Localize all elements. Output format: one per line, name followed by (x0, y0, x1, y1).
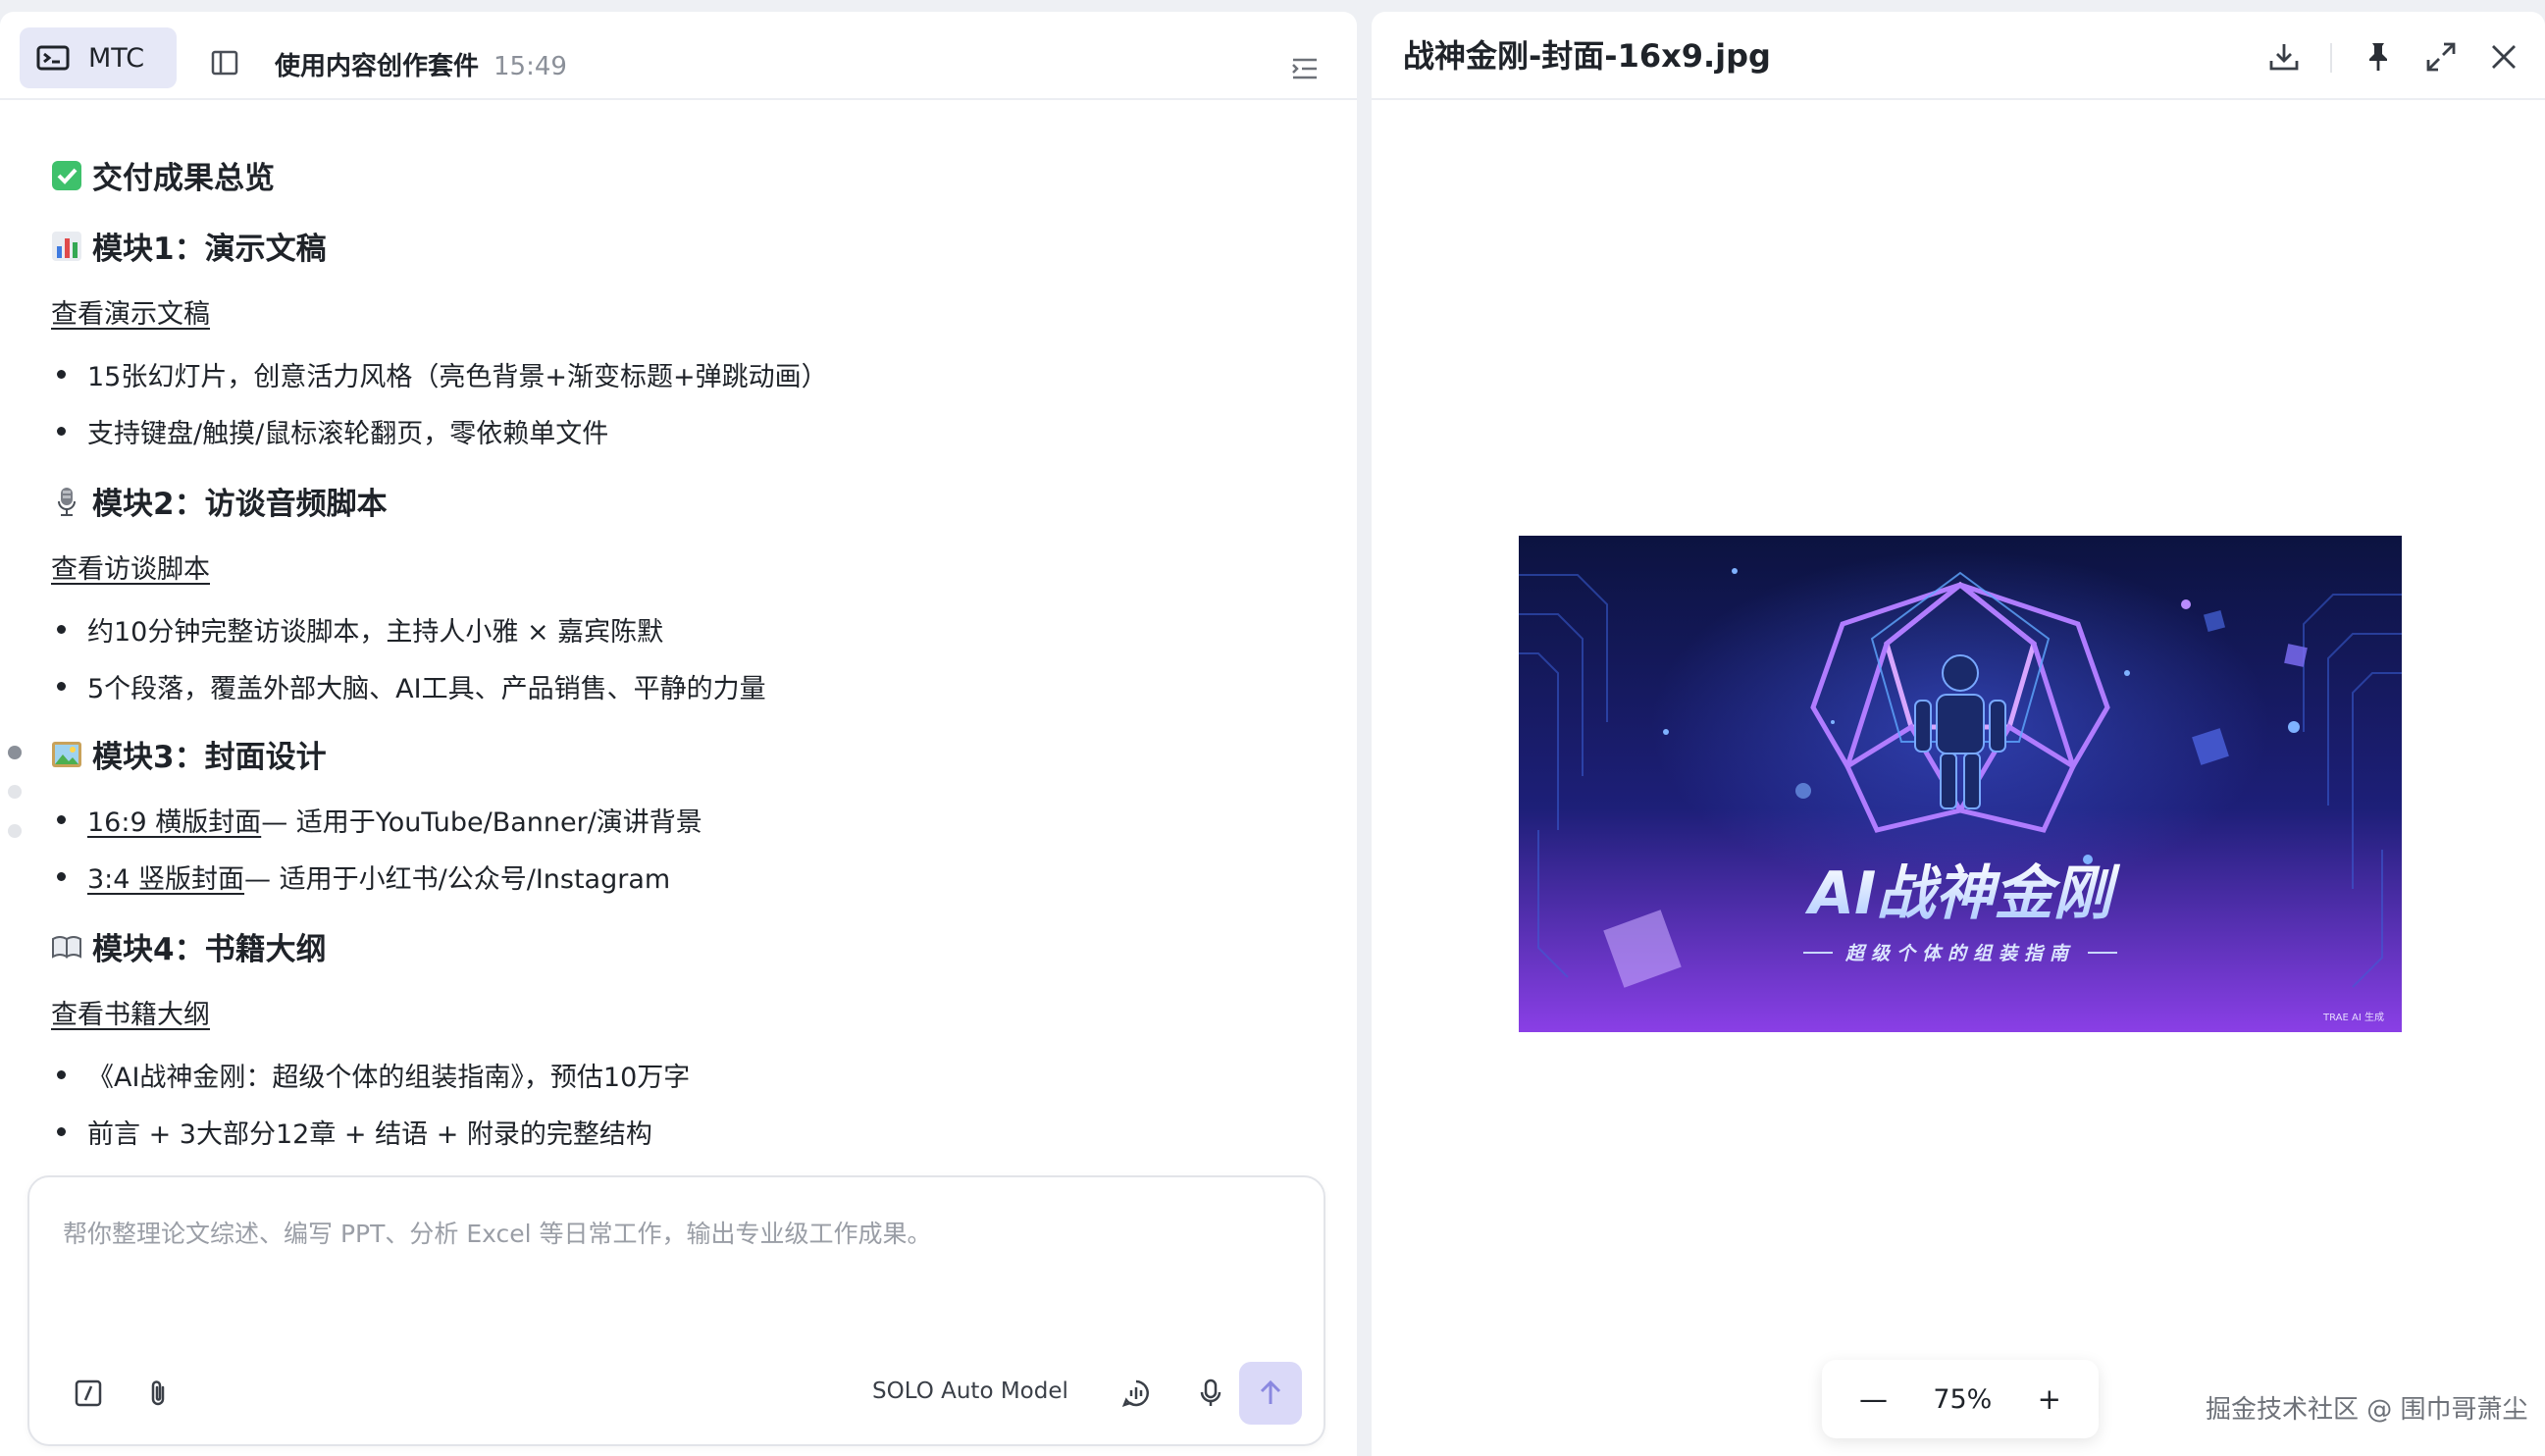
list-item: 16:9 横版封面 — 适用于YouTube/Banner/演讲背景 (51, 801, 702, 839)
zoom-controls: — 75% + (1822, 1360, 2099, 1438)
bullet (57, 370, 66, 379)
module1-heading: 模块1：演示文稿 (51, 224, 327, 268)
session-title: 使用内容创作套件 (275, 52, 480, 81)
terminal-window-icon (36, 45, 70, 71)
mtc-tab[interactable]: MTC (20, 27, 177, 88)
send-button[interactable] (1239, 1362, 1302, 1425)
close-icon[interactable] (2486, 39, 2521, 75)
chat-header: MTC 使用内容创作套件 15:49 (0, 12, 1357, 100)
cover-generated-tag: TRAE AI 生成 (2322, 1011, 2384, 1023)
header-divider (2330, 43, 2332, 73)
outline-icon[interactable] (1290, 55, 1320, 82)
scroll-dot[interactable] (8, 785, 22, 799)
picture-icon (51, 739, 82, 770)
list-item: 5个段落，覆盖外部大脑、AI工具、产品销售、平静的力量 (51, 667, 766, 705)
microphone-icon[interactable] (1195, 1378, 1226, 1409)
bar-chart-icon (51, 231, 82, 262)
module2-heading: 模块2：访谈音频脚本 (51, 479, 388, 523)
mtc-tab-label: MTC (88, 42, 145, 74)
bullet (57, 427, 66, 436)
open-book-icon (51, 931, 82, 962)
model-selector[interactable]: SOLO Auto Model (872, 1378, 1068, 1404)
list-item: 《AI战神金刚：超级个体的组装指南》，预估10万字 (51, 1056, 690, 1094)
bullet (57, 1070, 66, 1079)
bullet (57, 815, 66, 824)
pin-icon[interactable] (2361, 39, 2396, 75)
view-book-outline-link[interactable]: 查看书籍大纲 (51, 993, 210, 1031)
chat-input-box[interactable]: 帮你整理论文综述、编写 PPT、分析 Excel 等日常工作，输出专业级工作成果… (27, 1175, 1325, 1446)
bullet (57, 1127, 66, 1136)
module4-heading: 模块4：书籍大纲 (51, 924, 327, 968)
view-slides-link[interactable]: 查看演示文稿 (51, 292, 210, 331)
cover-artwork: AI战神金刚 超级个体的组装指南 TRAE AI 生成 (1519, 536, 2402, 1032)
preview-header: 战神金刚-封面-16x9.jpg (1372, 12, 2545, 100)
overview-heading: 交付成果总览 (51, 153, 275, 197)
bullet (57, 872, 66, 881)
scroll-dot[interactable] (8, 746, 22, 759)
zoom-level: 75% (1933, 1383, 1993, 1415)
list-item: 支持键盘/触摸/鼠标滚轮翻页，零依赖单文件 (51, 412, 608, 450)
voice-chat-icon[interactable] (1120, 1378, 1152, 1409)
microphone-icon (51, 486, 82, 517)
scroll-dot[interactable] (8, 824, 22, 838)
zoom-in-button[interactable]: + (2038, 1382, 2061, 1416)
attachment-icon[interactable] (143, 1378, 175, 1409)
check-icon (51, 160, 82, 191)
sidebar-toggle-icon[interactable] (210, 49, 239, 77)
cover-image-preview: AI战神金刚 超级个体的组装指南 TRAE AI 生成 (1519, 536, 2402, 1032)
message-content: 交付成果总览 模块1：演示文稿 查看演示文稿 15张幻灯片，创意活力风格（亮色背… (0, 100, 1357, 1170)
bullet (57, 625, 66, 634)
download-icon[interactable] (2266, 39, 2302, 75)
watermark: 掘金技术社区 @ 围巾哥萧尘 (2206, 1395, 2528, 1425)
arrow-up-icon (1260, 1379, 1281, 1404)
image-preview-panel: 战神金刚-封面-16x9.jpg AI战神金刚 超级个体的组装指南 TRAE A… (1372, 12, 2545, 1456)
zoom-out-button[interactable]: — (1859, 1382, 1888, 1416)
session-time: 15:49 (493, 52, 567, 81)
slash-command-icon[interactable] (73, 1378, 104, 1409)
cover-16x9-link[interactable]: 16:9 横版封面 (87, 801, 261, 839)
list-item: 约10分钟完整访谈脚本，主持人小雅 × 嘉宾陈默 (51, 610, 663, 649)
file-title: 战神金刚-封面-16x9.jpg (1403, 37, 1771, 75)
list-item: 15张幻灯片，创意活力风格（亮色背景+渐变标题+弹跳动画） (51, 355, 828, 393)
bullet (57, 682, 66, 691)
cover-subtitle: 超级个体的组装指南 (1844, 943, 2075, 964)
cover-title: AI战神金刚 (1805, 859, 2121, 928)
view-interview-link[interactable]: 查看访谈脚本 (51, 547, 210, 586)
list-item: 前言 + 3大部分12章 + 结语 + 附录的完整结构 (51, 1113, 652, 1151)
expand-icon[interactable] (2423, 39, 2459, 75)
scroll-indicator[interactable] (8, 746, 22, 863)
cover-3x4-link[interactable]: 3:4 竖版封面 (87, 858, 244, 896)
chat-panel: MTC 使用内容创作套件 15:49 交付成果总览 模块1：演示文稿 查看演示文… (0, 12, 1357, 1456)
module3-heading: 模块3：封面设计 (51, 732, 327, 776)
list-item: 3:4 竖版封面 — 适用于小红书/公众号/Instagram (51, 858, 670, 896)
chat-input-placeholder[interactable]: 帮你整理论文综述、编写 PPT、分析 Excel 等日常工作，输出专业级工作成果… (63, 1215, 932, 1250)
